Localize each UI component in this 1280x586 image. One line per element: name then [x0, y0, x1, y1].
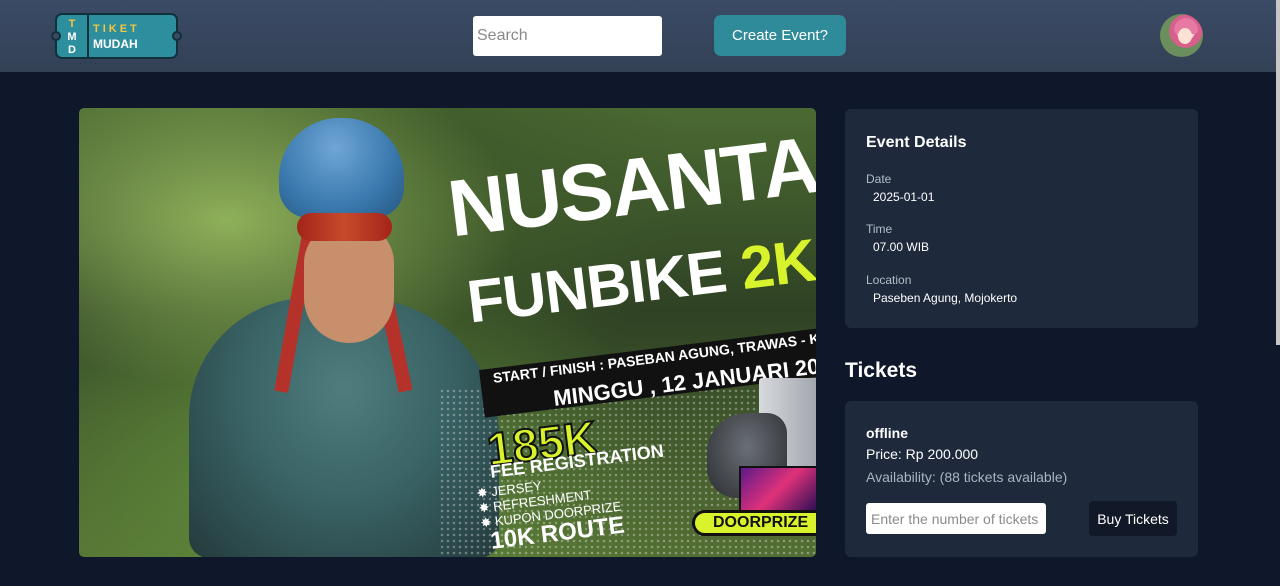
ticket-price: Price: Rp 200.000 [866, 446, 979, 462]
helmet-graphic [279, 118, 404, 218]
ticket-name: offline [866, 425, 908, 441]
logo-initial-t: T [68, 18, 76, 30]
logo-initial-m: M [67, 31, 77, 43]
tiket-mudah-logo[interactable]: T M D TIKET MUDAH [51, 13, 182, 59]
banner-title-line1: NUSANTARA [443, 108, 816, 254]
banner-doorprize: DOORPRIZE [692, 510, 816, 536]
ticket-quantity-input[interactable] [866, 503, 1046, 534]
event-details-card: Event Details Date 2025-01-01 Time 07.00… [845, 109, 1198, 328]
avatar-face [1178, 28, 1192, 44]
location-label: Location [866, 273, 912, 287]
buy-tickets-button[interactable]: Buy Tickets [1089, 501, 1177, 536]
ticket-card: offline Price: Rp 200.000 Availability: … [845, 401, 1198, 557]
date-value: 2025-01-01 [873, 190, 935, 204]
time-label: Time [866, 222, 893, 236]
user-avatar[interactable] [1160, 14, 1203, 57]
page-scrollbar[interactable] [1276, 0, 1280, 345]
event-details-heading: Event Details [866, 134, 967, 151]
tickets-heading: Tickets [845, 359, 917, 382]
location-value: Paseben Agung, Mojokerto [873, 291, 1018, 305]
logo-initial-d: D [68, 44, 76, 56]
logo-word-tiket: TIKET [93, 23, 140, 35]
create-event-button[interactable]: Create Event? [714, 15, 846, 56]
cyclist-face [304, 223, 394, 343]
search-input[interactable] [473, 16, 662, 56]
top-navbar: T M D TIKET MUDAH Create Event? [0, 0, 1276, 72]
time-value: 07.00 WIB [873, 240, 930, 254]
tv-prize-graphic [739, 466, 816, 512]
banner-title-year: 2K25 [736, 218, 816, 302]
banner-title-funbike: FUNBIKE [463, 235, 745, 336]
logo-notch-right [172, 31, 182, 41]
date-label: Date [866, 172, 892, 186]
sunglasses-graphic [297, 213, 392, 241]
event-banner-image: NUSANTARA FUNBIKE 2K25 START / FINISH : … [79, 108, 816, 557]
ticket-availability: Availability: (88 tickets available) [866, 469, 1068, 485]
logo-word-mudah: MUDAH [93, 37, 138, 51]
logo-initials: T M D [65, 18, 79, 57]
